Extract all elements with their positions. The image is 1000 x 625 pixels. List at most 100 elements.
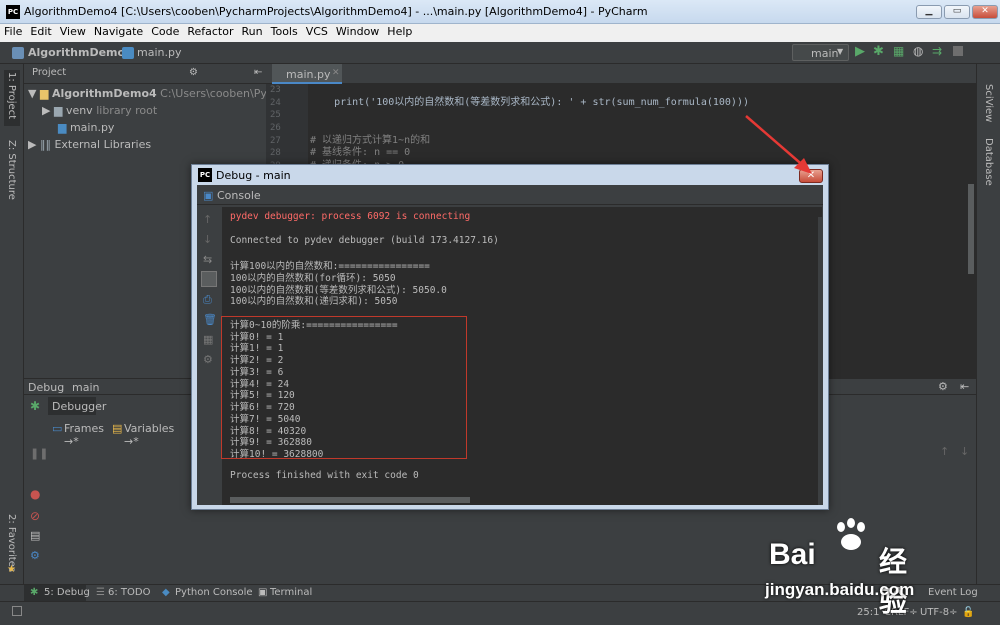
print-icon[interactable]: ⎙ xyxy=(203,293,212,307)
mute-breakpoints-icon[interactable]: ⊘ xyxy=(30,509,40,523)
breakpoints-icon[interactable]: ● xyxy=(30,487,40,501)
watermark-brand: Bai xyxy=(769,538,816,571)
settings-icon[interactable]: ▤ xyxy=(30,529,40,542)
stop-icon[interactable] xyxy=(953,46,963,56)
close-tab-icon[interactable]: ✕ xyxy=(332,68,340,78)
menu-bar: File Edit View Navigate Code Refactor Run Tools… xyxy=(0,24,1000,42)
python-file-icon xyxy=(122,47,134,59)
hide-panel-icon[interactable]: ⇤ xyxy=(254,67,262,78)
run-config-select[interactable]: main ▼ xyxy=(792,44,849,61)
structure-tool-tab[interactable]: Z: Structure xyxy=(6,140,17,200)
menu-window[interactable]: Window xyxy=(332,24,383,39)
layout-icon[interactable] xyxy=(12,606,22,616)
watermark-url: jingyan.baidu.com xyxy=(765,580,915,599)
dialog-pycharm-logo-icon: PC xyxy=(198,168,212,182)
menu-navigate[interactable]: Navigate xyxy=(90,24,147,39)
up-arrow-icon[interactable]: ↑ xyxy=(940,445,949,458)
soft-wrap-icon[interactable]: ⇆ xyxy=(203,253,212,266)
tab-console[interactable]: Console xyxy=(217,189,261,202)
tree-item-external-libraries[interactable]: ▶ ‖‖ External Libraries xyxy=(24,136,266,153)
folder-icon xyxy=(12,47,24,59)
concurrency-icon[interactable]: ⇉ xyxy=(932,44,942,58)
tab-debug[interactable]: 5: Debug xyxy=(44,587,90,598)
event-log-tab[interactable]: Event Log xyxy=(928,587,978,598)
window-close-button[interactable]: ✕ xyxy=(972,5,998,19)
menu-vcs[interactable]: VCS xyxy=(302,24,332,39)
tree-item-project-root[interactable]: ▼ ▆ AlgorithmDemo4 C:\Users\cooben\Pycha… xyxy=(24,85,345,102)
clear-all-icon[interactable]: 🗑 xyxy=(203,313,217,326)
dialog-title: Debug - main xyxy=(216,169,291,182)
menu-help[interactable]: Help xyxy=(383,24,416,39)
menu-run[interactable]: Run xyxy=(238,24,267,39)
scroll-down-icon[interactable]: ↓ xyxy=(203,233,212,246)
tree-item-venv[interactable]: ▶ ▆ venv library root xyxy=(24,102,266,119)
editor-tabs: main.py ✕ xyxy=(266,64,976,84)
minimize-button[interactable]: ▁ xyxy=(916,5,942,19)
star-icon: ★ xyxy=(7,564,16,575)
down-arrow-icon[interactable]: ↓ xyxy=(960,445,969,458)
show-command-line-icon[interactable]: ▦ xyxy=(203,333,213,346)
rerun-icon[interactable]: ✱ xyxy=(30,399,40,413)
scroll-to-end-icon[interactable] xyxy=(201,271,217,287)
left-tool-stripe: 1: Project Z: Structure 2: Favorites ★ xyxy=(0,64,24,584)
editor-scrollbar[interactable] xyxy=(968,184,974,274)
run-config-label: main xyxy=(811,47,839,60)
menu-file[interactable]: File xyxy=(0,24,26,39)
tab-terminal[interactable]: Terminal xyxy=(270,587,312,598)
console-line: Process finished with exit code 0 xyxy=(230,469,419,481)
console-scrollbar[interactable] xyxy=(818,217,822,505)
project-panel-header: Project ⚙ ⇤ xyxy=(24,64,266,84)
right-tool-stripe: SciView Database xyxy=(976,64,1000,584)
menu-code[interactable]: Code xyxy=(147,24,183,39)
pause-icon[interactable]: ❚❚ xyxy=(30,447,48,460)
caret-position[interactable]: 25:1 xyxy=(857,607,879,618)
highlight-box xyxy=(221,316,467,459)
gear-icon[interactable]: ⚙ xyxy=(189,67,198,78)
project-view-select[interactable]: Project xyxy=(32,67,66,78)
settings-icon-2[interactable]: ⚙ xyxy=(203,353,213,366)
gear-small-icon[interactable]: ⚙ xyxy=(30,549,40,562)
console-line: 100以内的自然数和(递归求和): 5050 xyxy=(230,296,398,308)
title-bar: PC AlgorithmDemo4 [C:\Users\cooben\Pycha… xyxy=(0,0,1000,24)
sciview-tool-tab[interactable]: SciView xyxy=(983,84,994,122)
annotation-arrow xyxy=(745,115,812,174)
tab-debugger[interactable]: Debugger xyxy=(48,397,106,415)
frames-tab[interactable]: ▭ Frames →* xyxy=(48,419,108,448)
coverage-icon[interactable]: ▦ xyxy=(893,44,904,58)
menu-edit[interactable]: Edit xyxy=(26,24,55,39)
tab-main-py[interactable]: main.py ✕ xyxy=(272,64,342,84)
debug-title: Debug xyxy=(28,381,65,394)
debug-hide-icon[interactable]: ⇤ xyxy=(960,380,969,393)
variables-tab[interactable]: ▤ Variables →* xyxy=(112,419,182,448)
debug-gear-icon[interactable]: ⚙ xyxy=(938,380,948,393)
lock-icon[interactable]: 🔓 xyxy=(962,607,974,618)
project-tool-tab[interactable]: 1: Project xyxy=(6,72,17,119)
menu-tools[interactable]: Tools xyxy=(267,24,302,39)
breadcrumb-project[interactable]: AlgorithmDemo4 xyxy=(28,46,133,59)
navigation-toolbar: AlgorithmDemo4 main.py main ▼ ▶ ✱ ▦ ◍ ⇉ xyxy=(0,42,1000,64)
debug-config: main xyxy=(72,381,100,394)
menu-view[interactable]: View xyxy=(56,24,90,39)
console-icon: ▣ xyxy=(203,189,214,202)
breadcrumb-file[interactable]: main.py xyxy=(137,46,181,59)
tree-item-main-py[interactable]: ▆ main.py xyxy=(24,119,266,136)
dialog-tabs: ▣ Console xyxy=(197,185,823,205)
profile-icon[interactable]: ◍ xyxy=(913,44,923,58)
run-icon[interactable]: ▶ xyxy=(855,44,865,59)
console-line: pydev debugger: process 6092 is connecti… xyxy=(230,211,471,222)
file-encoding[interactable]: UTF-8÷ xyxy=(920,607,958,618)
console-line: Connected to pydev debugger (build 173.4… xyxy=(230,234,499,246)
tab-todo[interactable]: 6: TODO xyxy=(108,587,150,598)
code-text: print('100以内的自然数和(等差数列求和公式): ' + str(sum… xyxy=(310,96,749,171)
database-tool-tab[interactable]: Database xyxy=(983,138,994,186)
status-bar: 25:1 CRLF÷ UTF-8÷ 🔓 xyxy=(0,601,1000,625)
scroll-up-icon[interactable]: ↑ xyxy=(203,213,212,226)
tab-python-console[interactable]: Python Console xyxy=(175,587,253,598)
menu-refactor[interactable]: Refactor xyxy=(183,24,237,39)
pycharm-logo-icon: PC xyxy=(6,5,20,19)
paw-logo-icon xyxy=(831,518,871,554)
console-hscrollbar[interactable] xyxy=(230,497,470,503)
debug-icon[interactable]: ✱ xyxy=(873,44,884,59)
maximize-button[interactable]: ▭ xyxy=(944,5,970,19)
dialog-title-bar: PC Debug - main ✕ xyxy=(192,165,828,185)
